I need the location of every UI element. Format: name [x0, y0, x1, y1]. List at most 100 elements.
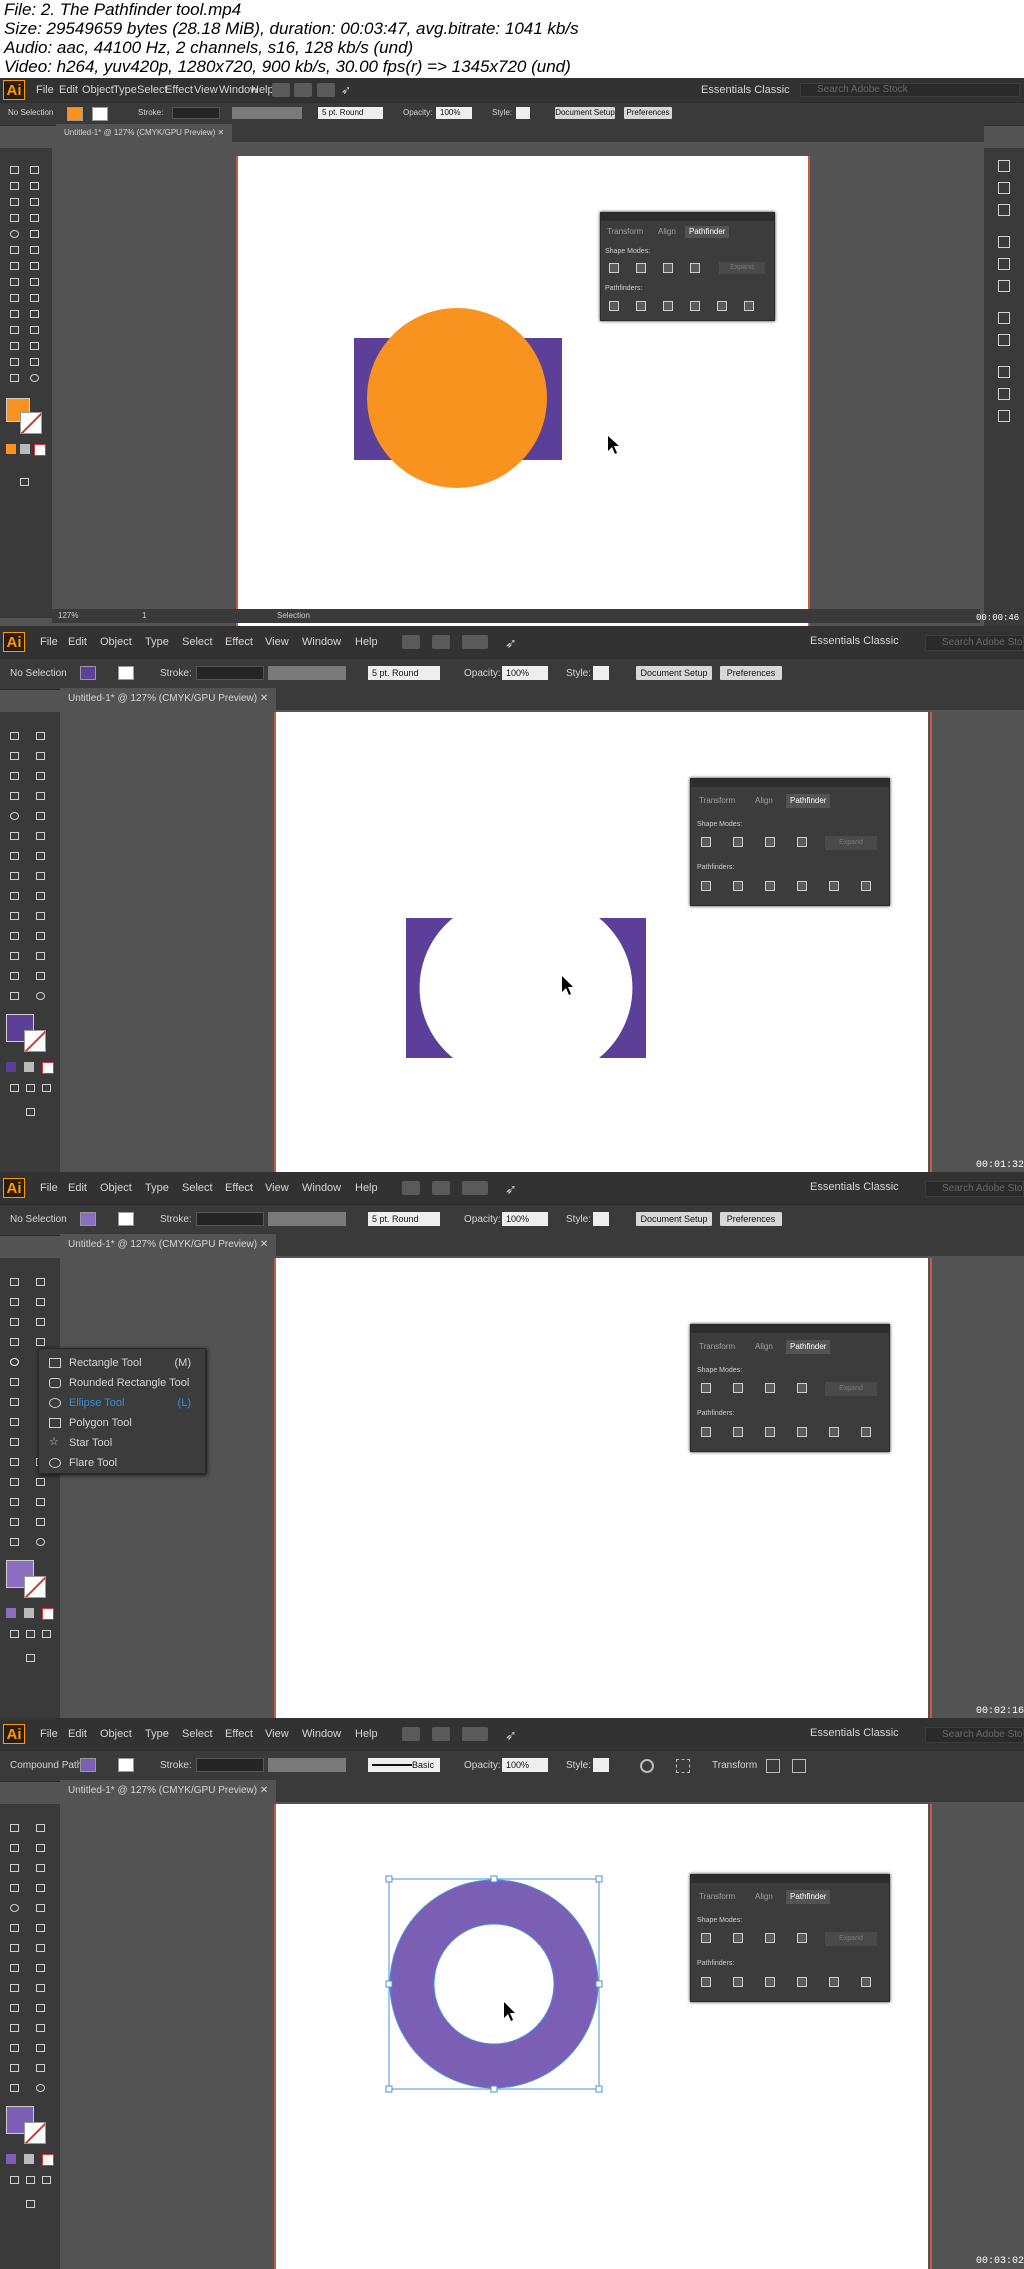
outline-icon[interactable] [829, 1427, 839, 1437]
mesh-tool-icon[interactable] [8, 308, 21, 320]
stroke-color-box[interactable] [24, 2122, 46, 2144]
bounding-box-handle[interactable] [490, 2085, 498, 2093]
stroke-swatch[interactable] [118, 1758, 134, 1772]
lasso-tool-icon[interactable] [34, 1842, 47, 1854]
pencil-tool-icon[interactable] [8, 1376, 21, 1388]
divide-icon[interactable] [609, 301, 619, 311]
menu-help[interactable]: Help [355, 1718, 378, 1750]
symbol-sprayer-tool-icon[interactable] [8, 2042, 21, 2054]
tab-transform[interactable]: Transform [699, 796, 735, 805]
menu-object[interactable]: Object [100, 626, 132, 658]
merge-icon[interactable] [663, 301, 673, 311]
menu-help[interactable]: Help [355, 626, 378, 658]
stroke-color-box[interactable] [24, 1576, 46, 1598]
gradient-mode-icon[interactable] [24, 1608, 34, 1618]
rotate-tool-icon[interactable] [8, 1396, 21, 1408]
artboard-tool-icon[interactable] [8, 2062, 21, 2074]
unite-icon[interactable] [701, 1933, 711, 1943]
transform-link[interactable]: Transform [712, 1760, 757, 1771]
rotate-tool-icon[interactable] [8, 850, 21, 862]
menu-effect[interactable]: Effect [225, 626, 253, 658]
pen-tool-icon[interactable] [8, 1316, 21, 1328]
brush-definition[interactable]: 5 pt. Round [318, 107, 383, 119]
right-crescent-shape[interactable] [599, 918, 646, 1058]
artboard-tool-icon[interactable] [8, 356, 21, 368]
menu-type[interactable]: Type [113, 78, 137, 102]
close-tab-icon[interactable]: ✕ [218, 128, 225, 137]
search-stock-input[interactable]: Search Adobe Stock [925, 635, 1024, 651]
stroke-swatch[interactable] [118, 1212, 134, 1226]
selection-tool-icon[interactable] [8, 1822, 21, 1834]
mesh-tool-icon[interactable] [8, 910, 21, 922]
ellipse-tool-item[interactable]: Ellipse Tool (L) [39, 1393, 205, 1413]
stroke-weight-field[interactable] [172, 107, 220, 119]
merge-icon[interactable] [765, 1977, 775, 1987]
menu-view[interactable]: View [265, 1718, 289, 1750]
menu-effect[interactable]: Effect [225, 1172, 253, 1204]
tab-align[interactable]: Align [755, 1892, 773, 1901]
menu-file[interactable]: File [40, 1172, 58, 1204]
bounding-box-handle[interactable] [385, 2085, 393, 2093]
menu-object[interactable]: Object [100, 1718, 132, 1750]
menu-select[interactable]: Select [137, 78, 168, 102]
menu-object[interactable]: Object [82, 78, 114, 102]
direct-selection-tool-icon[interactable] [34, 1276, 47, 1288]
polygon-tool-item[interactable]: Polygon Tool [39, 1413, 205, 1433]
bounding-box-handle[interactable] [385, 1980, 393, 1988]
divide-icon[interactable] [701, 1427, 711, 1437]
pen-tool-icon[interactable] [8, 196, 21, 208]
graphic-style-swatch[interactable] [593, 1212, 609, 1226]
intersect-icon[interactable] [765, 1933, 775, 1943]
gradient-mode-icon[interactable] [20, 444, 30, 454]
slice-tool-icon[interactable] [28, 356, 41, 368]
menu-edit[interactable]: Edit [68, 1718, 87, 1750]
compound-ring-shape[interactable] [390, 1880, 598, 2088]
column-graph-tool-icon[interactable] [34, 1496, 47, 1508]
bridge-icon[interactable] [402, 1727, 420, 1741]
arrange-documents-icon[interactable] [462, 1727, 488, 1741]
draw-inside-icon[interactable] [40, 2174, 53, 2186]
eyedropper-tool-icon[interactable] [8, 930, 21, 942]
shape-builder-tool-icon[interactable] [8, 890, 21, 902]
unite-icon[interactable] [701, 1383, 711, 1393]
menu-view[interactable]: View [265, 1172, 289, 1204]
minus-front-icon[interactable] [733, 1933, 743, 1943]
menu-type[interactable]: Type [145, 1172, 169, 1204]
panel-title-bar[interactable] [691, 1325, 889, 1333]
zoom-tool-icon[interactable] [28, 372, 41, 384]
stroke-weight-field[interactable] [196, 1758, 264, 1772]
document-setup-button[interactable]: Document Setup [636, 666, 712, 680]
crop-icon[interactable] [797, 881, 807, 891]
dock-panel-icon[interactable] [998, 410, 1010, 422]
slice-tool-icon[interactable] [34, 2062, 47, 2074]
bridge-icon[interactable] [402, 1181, 420, 1195]
dock-panel-icon[interactable] [998, 388, 1010, 400]
column-graph-tool-icon[interactable] [34, 950, 47, 962]
trim-icon[interactable] [733, 881, 743, 891]
slice-tool-icon[interactable] [34, 1516, 47, 1528]
menu-select[interactable]: Select [182, 626, 213, 658]
type-tool-icon[interactable] [8, 1882, 21, 1894]
slice-tool-icon[interactable] [34, 970, 47, 982]
rotate-tool-icon[interactable] [8, 260, 21, 272]
bounding-box-handle[interactable] [490, 1875, 498, 1883]
preferences-button[interactable]: Preferences [720, 666, 782, 680]
fill-swatch[interactable] [80, 1212, 96, 1226]
arrange-documents-icon[interactable] [462, 1181, 488, 1195]
brush-definition[interactable]: Basic [368, 1758, 440, 1772]
merge-icon[interactable] [765, 1427, 775, 1437]
change-screen-mode-icon[interactable] [24, 2198, 37, 2210]
isolate-icon[interactable] [766, 1759, 780, 1773]
selection-tool-icon[interactable] [8, 164, 21, 176]
document-setup-button[interactable]: Document Setup [555, 107, 615, 119]
menu-effect[interactable]: Effect [165, 78, 193, 102]
column-graph-tool-icon[interactable] [28, 340, 41, 352]
blend-tool-icon[interactable] [34, 930, 47, 942]
menu-file[interactable]: File [36, 78, 54, 102]
gradient-tool-icon[interactable] [34, 2002, 47, 2014]
pen-tool-icon[interactable] [8, 770, 21, 782]
menu-type[interactable]: Type [145, 1718, 169, 1750]
bounding-box-handle[interactable] [595, 1875, 603, 1883]
menu-effect[interactable]: Effect [225, 1718, 253, 1750]
change-screen-mode-icon[interactable] [24, 1106, 37, 1118]
